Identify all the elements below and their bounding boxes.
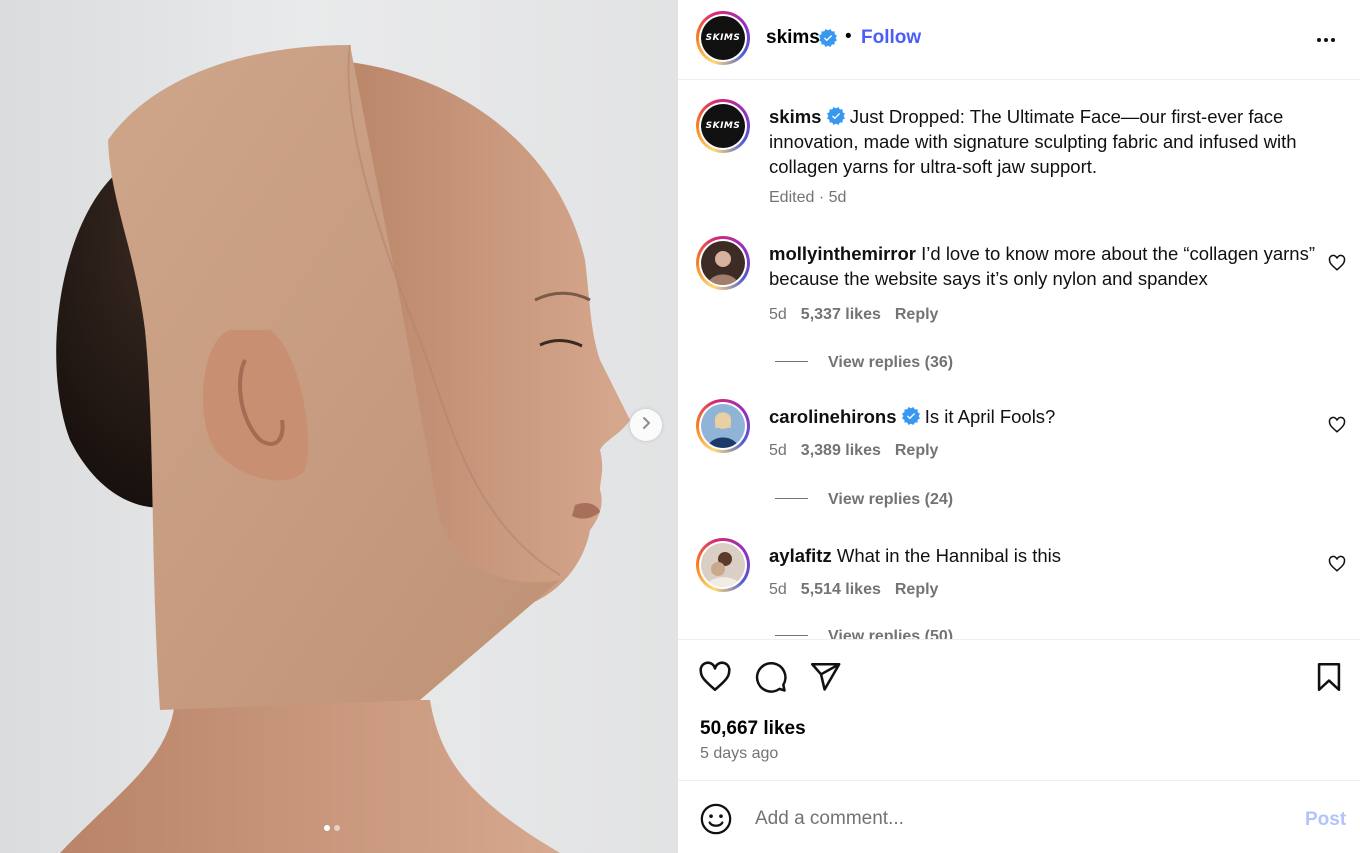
post-actions: 50,667 likes 5 days ago — [678, 639, 1360, 781]
post-likes-count[interactable]: 50,667 likes — [700, 718, 806, 740]
caption-avatar[interactable]: SKIMS — [696, 99, 750, 153]
reply-button[interactable]: Reply — [895, 442, 939, 459]
comment-meta: 5d 5,514 likes Reply — [769, 581, 938, 599]
caption-meta: Edited · 5d — [769, 189, 847, 206]
comment-body: Is it April Fools? — [924, 406, 1056, 427]
author-avatar[interactable]: SKIMS — [696, 11, 750, 65]
post-header: SKIMS skims • Follow — [678, 0, 1360, 80]
verified-badge-icon — [819, 29, 837, 50]
comment-composer: Post — [678, 782, 1360, 853]
carousel-indicator — [324, 825, 340, 831]
post-panel: SKIMS skims • Follow SKIMS skims Just Dr… — [678, 0, 1360, 853]
avatar-photo — [707, 412, 739, 448]
comment-text: mollyinthemirror I’d love to know more a… — [769, 241, 1329, 291]
replies-divider — [775, 361, 808, 362]
like-comment-heart-icon[interactable] — [1328, 254, 1346, 272]
more-options-icon[interactable] — [1314, 28, 1338, 52]
reply-button[interactable]: Reply — [895, 581, 939, 598]
caption-username[interactable]: skims — [769, 106, 821, 127]
view-replies-button[interactable]: View replies (50) — [775, 628, 953, 639]
comments-list[interactable]: SKIMS skims Just Dropped: The Ultimate F… — [678, 81, 1360, 639]
view-replies-label: View replies (24) — [828, 491, 954, 508]
comment-body: What in the Hannibal is this — [836, 545, 1062, 566]
replies-divider — [775, 498, 808, 499]
comment-username[interactable]: aylafitz — [769, 545, 832, 566]
commenter-avatar[interactable] — [696, 399, 750, 453]
bookmark-icon[interactable] — [1312, 660, 1346, 694]
verified-badge-icon — [901, 406, 920, 427]
paper-plane-icon[interactable] — [808, 660, 842, 694]
like-comment-heart-icon[interactable] — [1328, 555, 1346, 573]
comment-age: 5d — [769, 442, 787, 459]
verified-badge-icon — [826, 106, 845, 127]
comment-likes[interactable]: 5,337 likes — [801, 306, 881, 323]
carousel-dot-active — [324, 825, 330, 831]
view-replies-button[interactable]: View replies (24) — [775, 491, 953, 509]
skims-logo: SKIMS — [705, 33, 741, 43]
comment-age: 5d — [769, 581, 787, 598]
post-timestamp[interactable]: 5 days ago — [700, 745, 778, 763]
post-media[interactable] — [0, 0, 678, 853]
like-comment-heart-icon[interactable] — [1328, 416, 1346, 434]
avatar-photo — [705, 552, 741, 587]
emoji-icon[interactable] — [699, 802, 733, 836]
carousel-dot — [334, 825, 340, 831]
view-replies-label: View replies (36) — [828, 354, 954, 371]
caption-body: Just Dropped: The Ultimate Face—our firs… — [769, 106, 1297, 177]
comment-age: 5d — [769, 306, 787, 323]
next-slide-button[interactable] — [630, 409, 662, 441]
skims-logo: SKIMS — [705, 121, 741, 131]
comment-likes[interactable]: 5,514 likes — [801, 581, 881, 598]
header-separator: • — [845, 26, 852, 47]
reply-button[interactable]: Reply — [895, 306, 939, 323]
view-replies-label: View replies (50) — [828, 628, 954, 639]
comment-username[interactable]: mollyinthemirror — [769, 243, 916, 264]
author-username[interactable]: skims — [766, 27, 820, 49]
chevron-right-icon — [639, 416, 653, 435]
view-replies-button[interactable]: View replies (36) — [775, 354, 953, 372]
replies-divider — [775, 635, 808, 636]
post-photo — [56, 44, 630, 853]
post-comment-button[interactable]: Post — [1305, 809, 1346, 831]
avatar-photo — [707, 251, 739, 285]
add-comment-input[interactable] — [755, 804, 1275, 834]
comment-meta: 5d 5,337 likes Reply — [769, 306, 938, 324]
comment-likes[interactable]: 3,389 likes — [801, 442, 881, 459]
comment-text: carolinehirons Is it April Fools? — [769, 404, 1329, 429]
heart-icon[interactable] — [698, 660, 732, 694]
comment-username[interactable]: carolinehirons — [769, 406, 896, 427]
caption-text: skims Just Dropped: The Ultimate Face—ou… — [769, 104, 1329, 179]
comment-bubble-icon[interactable] — [754, 660, 788, 694]
comment-text: aylafitz What in the Hannibal is this — [769, 543, 1329, 568]
commenter-avatar[interactable] — [696, 538, 750, 592]
commenter-avatar[interactable] — [696, 236, 750, 290]
comment-meta: 5d 3,389 likes Reply — [769, 442, 938, 460]
follow-button[interactable]: Follow — [861, 27, 921, 49]
